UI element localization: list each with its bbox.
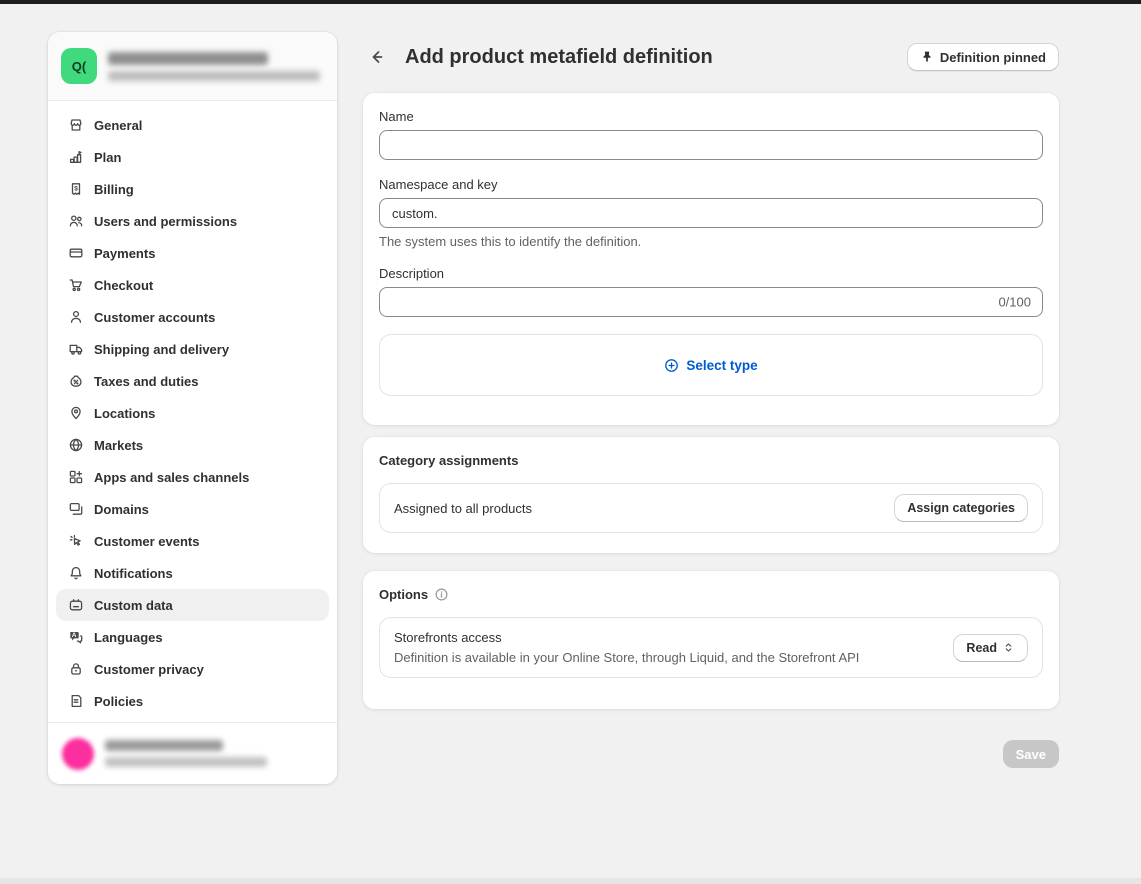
plan-icon xyxy=(68,149,84,165)
user-name-redacted xyxy=(105,740,223,751)
sidebar-item-languages[interactable]: A Languages xyxy=(56,621,329,653)
location-pin-icon xyxy=(68,405,84,421)
category-assignments-heading: Category assignments xyxy=(379,453,518,468)
name-field-group: Name xyxy=(379,109,1043,160)
settings-page: Q( General Plan $ Billing Users and perm… xyxy=(0,0,1141,884)
store-header: Q( xyxy=(48,32,337,101)
sidebar-item-checkout[interactable]: Checkout xyxy=(56,269,329,301)
page-header: Add product metafield definition Definit… xyxy=(363,42,1059,72)
sidebar-item-billing[interactable]: $ Billing xyxy=(56,173,329,205)
sidebar-item-policies[interactable]: Policies xyxy=(56,685,329,717)
info-icon[interactable] xyxy=(434,587,449,602)
sidebar-item-custom-data[interactable]: Custom data xyxy=(56,589,329,621)
sidebar-item-domains[interactable]: Domains xyxy=(56,493,329,525)
policies-icon xyxy=(68,693,84,709)
save-row: Save xyxy=(363,740,1059,768)
sidebar-item-general[interactable]: General xyxy=(56,109,329,141)
category-assignments-card: Category assignments Assigned to all pro… xyxy=(363,437,1059,553)
sidebar-item-taxes-and-duties[interactable]: Taxes and duties xyxy=(56,365,329,397)
character-counter: 0/100 xyxy=(998,295,1031,310)
storefronts-access-title: Storefronts access xyxy=(394,630,859,645)
namespace-help-text: The system uses this to identify the def… xyxy=(379,234,1043,249)
users-icon xyxy=(68,213,84,229)
sidebar-item-customer-privacy[interactable]: Customer privacy xyxy=(56,653,329,685)
options-card: Options Storefronts access Definition is… xyxy=(363,571,1059,709)
svg-text:$: $ xyxy=(74,186,78,193)
settings-sidebar: Q( General Plan $ Billing Users and perm… xyxy=(48,32,337,784)
person-icon xyxy=(68,309,84,325)
description-field-group: Description 0/100 xyxy=(379,266,1043,317)
description-label: Description xyxy=(379,266,1043,281)
plus-circle-icon xyxy=(664,358,679,373)
billing-icon: $ xyxy=(68,181,84,197)
definition-pinned-button[interactable]: Definition pinned xyxy=(907,43,1059,71)
taxes-icon xyxy=(68,373,84,389)
user-avatar xyxy=(62,738,94,770)
user-footer[interactable] xyxy=(48,722,337,784)
storefront-access-select[interactable]: Read xyxy=(953,634,1028,662)
storefronts-access-text: Storefronts access Definition is availab… xyxy=(394,630,859,665)
domains-icon xyxy=(68,501,84,517)
translate-icon: A xyxy=(68,629,84,645)
sidebar-item-notifications[interactable]: Notifications xyxy=(56,557,329,589)
sidebar-item-customer-accounts[interactable]: Customer accounts xyxy=(56,301,329,333)
sidebar-item-locations[interactable]: Locations xyxy=(56,397,329,429)
cursor-click-icon xyxy=(68,533,84,549)
user-meta xyxy=(105,740,267,767)
sidebar-item-markets[interactable]: Markets xyxy=(56,429,329,461)
back-button[interactable] xyxy=(363,43,391,71)
namespace-field-group: Namespace and key The system uses this t… xyxy=(379,177,1043,249)
svg-text:A: A xyxy=(72,632,77,639)
description-input[interactable] xyxy=(379,287,1043,317)
storefronts-access-row: Storefronts access Definition is availab… xyxy=(379,617,1043,678)
assignment-status-text: Assigned to all products xyxy=(394,501,532,516)
apps-icon xyxy=(68,469,84,485)
bottom-edge xyxy=(0,878,1141,884)
storefronts-access-description: Definition is available in your Online S… xyxy=(394,650,859,665)
sidebar-item-payments[interactable]: Payments xyxy=(56,237,329,269)
sidebar-item-users-and-permissions[interactable]: Users and permissions xyxy=(56,205,329,237)
namespace-label: Namespace and key xyxy=(379,177,1043,192)
store-avatar: Q( xyxy=(61,48,97,84)
options-heading: Options xyxy=(379,587,428,602)
store-meta xyxy=(108,52,320,81)
truck-icon xyxy=(68,341,84,357)
sidebar-item-plan[interactable]: Plan xyxy=(56,141,329,173)
store-name-redacted xyxy=(108,52,268,65)
page-title: Add product metafield definition xyxy=(405,46,713,69)
globe-icon xyxy=(68,437,84,453)
custom-data-icon xyxy=(68,597,84,613)
category-assignment-row: Assigned to all products Assign categori… xyxy=(379,483,1043,533)
sidebar-item-apps-and-sales-channels[interactable]: Apps and sales channels xyxy=(56,461,329,493)
user-email-redacted xyxy=(105,757,267,767)
sidebar-item-shipping-and-delivery[interactable]: Shipping and delivery xyxy=(56,333,329,365)
settings-nav: General Plan $ Billing Users and permiss… xyxy=(48,101,337,717)
namespace-input[interactable] xyxy=(379,198,1043,228)
name-label: Name xyxy=(379,109,1043,124)
cart-icon xyxy=(68,277,84,293)
assign-categories-button[interactable]: Assign categories xyxy=(894,494,1028,522)
save-button[interactable]: Save xyxy=(1003,740,1059,768)
lock-icon xyxy=(68,661,84,677)
sidebar-item-customer-events[interactable]: Customer events xyxy=(56,525,329,557)
definition-card: Name Namespace and key The system uses t… xyxy=(363,93,1059,425)
store-url-redacted xyxy=(108,71,320,81)
bell-icon xyxy=(68,565,84,581)
pin-icon xyxy=(920,50,934,64)
name-input[interactable] xyxy=(379,130,1043,160)
select-chevrons-icon xyxy=(1002,641,1015,654)
arrow-left-icon xyxy=(367,47,387,67)
select-type-button[interactable]: Select type xyxy=(658,357,763,374)
type-selector-box: Select type xyxy=(379,334,1043,396)
store-icon xyxy=(68,117,84,133)
top-admin-bar xyxy=(0,0,1141,4)
payments-icon xyxy=(68,245,84,261)
